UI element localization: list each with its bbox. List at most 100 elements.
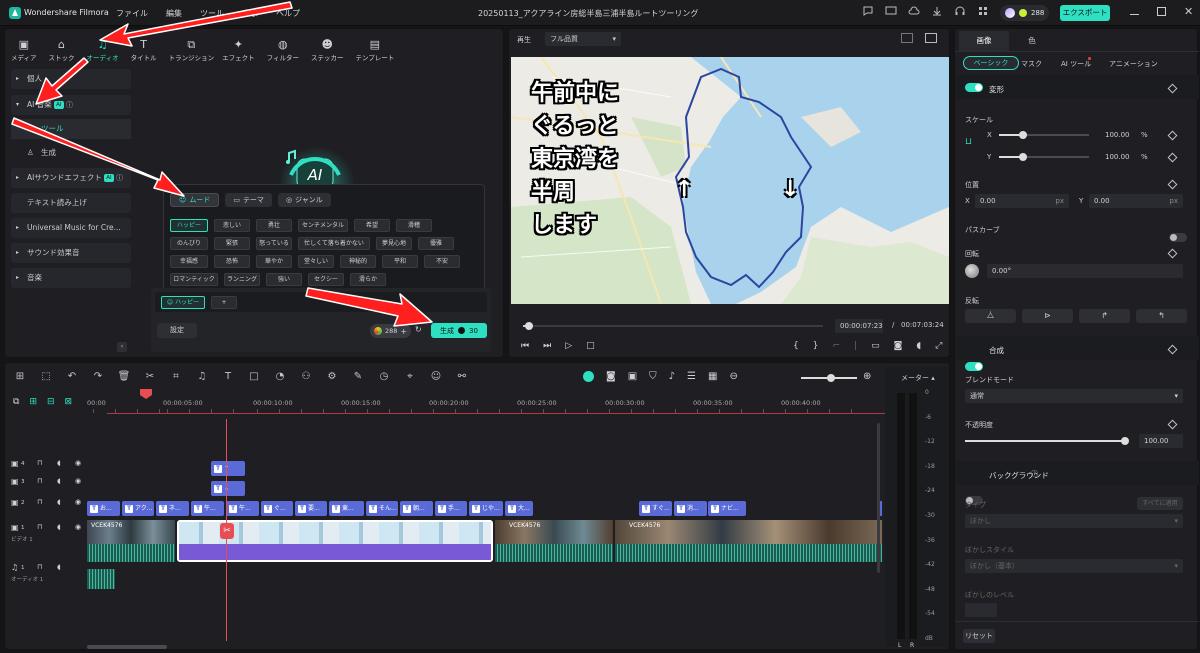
subtab-mask[interactable]: マスク [1021,59,1042,69]
ai-toggle-icon[interactable] [583,371,594,382]
screen-rec-icon[interactable]: ▣ [628,371,637,382]
edit-icon[interactable]: ✎ [351,371,365,382]
sidebar-item-ai-sound[interactable]: ▸ AIサウンドエフェクト AI ⓘ [11,168,131,188]
text-icon[interactable]: T [221,371,235,382]
tab-color[interactable]: 色 [1015,31,1049,51]
cloud-icon[interactable] [908,5,920,17]
lock-icon[interactable]: ⊓ [37,523,42,531]
grid-apps-icon[interactable] [977,5,989,17]
tab-genre[interactable]: ◎ ジャンル [277,193,331,207]
mood-chip[interactable]: ロマンティック [170,273,218,286]
mood-chip[interactable]: 希望 [354,219,390,232]
scale-x-slider[interactable] [999,131,1089,139]
timeline-hscrollbar[interactable] [87,645,167,649]
title-clip[interactable]: T 大... [505,501,533,516]
shape-icon[interactable]: □ [247,371,261,382]
help-icon-2[interactable]: ⓘ [116,174,123,182]
menu-edit[interactable]: 編集 [166,8,182,19]
generate-button[interactable]: 生成 30 [431,323,487,338]
mask-icon[interactable]: ⚇ [299,371,313,382]
timeline-vscrollbar[interactable] [877,423,880,573]
audio-clip[interactable] [87,569,115,589]
subtab-ai-tools[interactable]: AI ツール [1061,59,1091,69]
scale-y-slider[interactable] [999,153,1089,161]
video-clip-1[interactable]: VCEK4576 [87,520,175,562]
title-clip[interactable]: T 手... [435,501,467,516]
snapshot-image-icon[interactable] [925,33,937,43]
bg-type-select[interactable]: ぼかし ▾ [965,514,1183,528]
settings-button[interactable]: 設定 [157,323,197,338]
ai-icon[interactable]: ⚙ [325,371,339,382]
camera-icon[interactable]: ◙ [894,341,903,351]
track-area[interactable]: T↑ T↓ Tお...Tアク...Tネ...T午...T午...Tぐ...T要.… [87,419,882,641]
layout-icon[interactable]: ⊞ [13,371,27,382]
rotate-input[interactable]: 0.00° [987,264,1183,278]
blur-level-swatch[interactable] [965,603,997,617]
mood-chip[interactable]: センチメンタル [298,219,348,232]
media-tab-6[interactable]: ◍ フィルター [267,38,299,62]
sidebar-item-personal[interactable]: ▸ 個人 [11,69,131,89]
redo-icon[interactable]: ↷ [91,371,105,382]
mood-chip[interactable]: 忙しくて落ち着かない [298,237,370,250]
media-tab-3[interactable]: T タイトル [131,38,157,62]
sidebar-item-tts[interactable]: テキスト読み上げ [11,193,131,213]
mood-chip[interactable]: 優雅 [418,237,454,250]
mute-icon[interactable]: ◖ [57,498,61,506]
media-tab-0[interactable]: ▣ メディア [11,38,37,62]
refresh-icon[interactable]: ↻ [415,325,422,334]
rotate-ccw-icon[interactable]: ↰ [1136,309,1187,323]
title-clip[interactable]: T 消... [674,501,707,516]
audio-icon[interactable]: ♫ [195,371,209,382]
mood-chip[interactable]: 平和 [382,255,418,268]
title-clip[interactable]: T 午... [191,501,224,516]
selected-tag-chip[interactable]: ☺ ハッピー [161,296,205,309]
screen-icon[interactable] [885,5,897,17]
track3-title-clip[interactable]: T↓ [211,481,245,496]
delete-icon[interactable]: 🗑 [117,371,131,382]
mood-chip[interactable]: 堂々しい [298,255,334,268]
keyframe-scale-y-icon[interactable] [1167,152,1178,163]
color-icon[interactable]: ◔ [273,371,287,382]
lock-icon[interactable]: ⊓ [37,498,42,506]
lock-icon[interactable]: ⊓ [37,477,42,485]
title-clip[interactable]: T じや... [469,501,503,516]
credits-pill[interactable]: 288 + [370,324,412,338]
reset-button[interactable]: リセット [963,629,995,643]
help-icon[interactable]: ⓘ [66,101,73,109]
mood-chip[interactable]: 恐怖 [214,255,250,268]
track4-title-clip[interactable]: T↑ [211,461,245,476]
zoom-slider[interactable] [801,374,857,382]
link-track-icon[interactable]: ⊞ [29,397,37,407]
eye-icon[interactable]: ◉ [75,477,81,485]
title-clip[interactable]: T 東... [329,501,364,516]
mood-chip[interactable]: ランニング [224,273,260,286]
tab-mood[interactable]: ☺ ムード [170,193,220,207]
mood-chip[interactable]: 夢見心地 [376,237,412,250]
keyframe-opacity-icon[interactable] [1167,419,1178,430]
account-credits[interactable]: 288 [1000,5,1050,21]
video-preview[interactable]: 午前中に ぐるっと 東京湾を 半周 します ↑ ↓ [511,57,949,304]
playrange-icon[interactable]: | [854,341,857,351]
fullscreen-icon[interactable]: ⤢ [935,341,942,351]
eye-icon[interactable]: ◉ [75,498,81,506]
sticker-icon-2[interactable]: ☺ [429,371,443,382]
video-clip-3[interactable]: VCEK4576 [495,520,613,562]
mood-chip[interactable]: 怒っている [256,237,292,250]
zoom-handle[interactable] [827,374,835,382]
title-clip[interactable]: T ナビ... [708,501,746,516]
volume-icon[interactable]: ◖ [916,341,921,351]
mute-icon[interactable]: ◖ [57,523,61,531]
mic-icon[interactable]: ♪ [669,371,675,382]
composite-toggle[interactable] [965,362,983,371]
mute-icon[interactable]: ◖ [57,459,61,467]
mood-chip[interactable]: 神秘的 [340,255,376,268]
scale-y-handle[interactable] [1019,153,1027,161]
path-curve-toggle[interactable] [1169,233,1187,242]
mood-chip[interactable]: 緊張 [214,237,250,250]
menu-tools[interactable]: ツール [200,8,224,19]
menu-view[interactable]: 表示 [242,8,258,19]
opacity-handle[interactable] [1121,437,1129,445]
display-icon[interactable]: ▭ [871,341,880,351]
playback-scrubber[interactable] [523,322,823,330]
keyframe-position-icon[interactable] [1167,179,1178,190]
